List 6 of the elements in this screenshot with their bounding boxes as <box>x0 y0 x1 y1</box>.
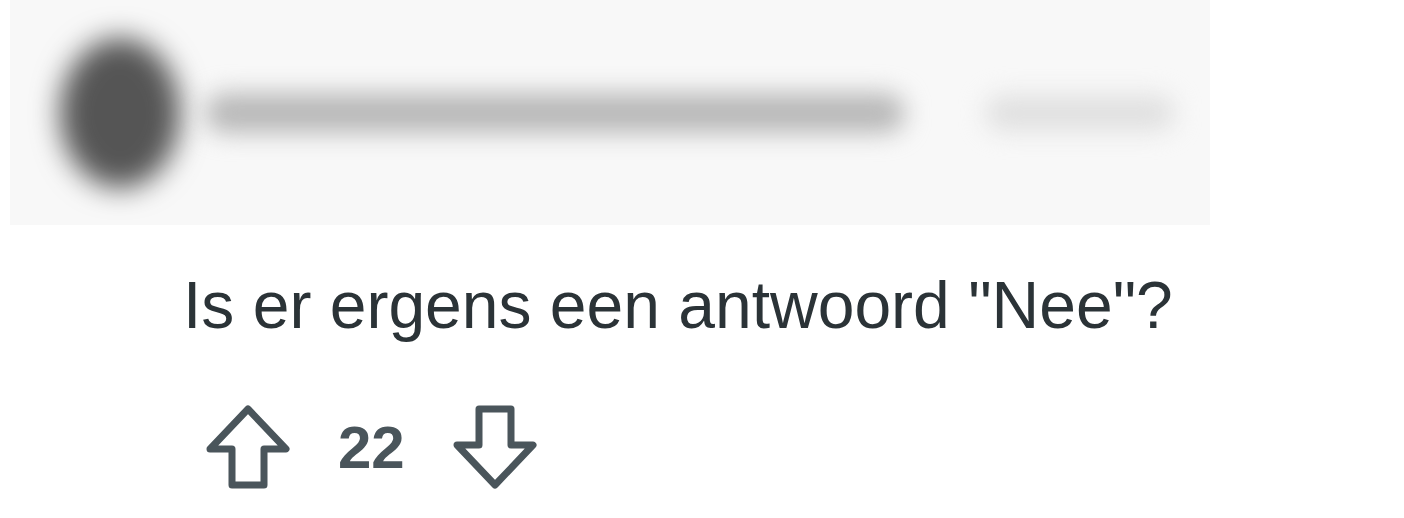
up-arrow-icon <box>206 405 290 489</box>
downvote-button[interactable] <box>452 405 537 489</box>
down-arrow-icon <box>452 405 537 489</box>
comment-text: Is er ergens een antwoord "Nee"? <box>183 267 1174 344</box>
vote-count: 22 <box>338 412 405 482</box>
upvote-button[interactable] <box>206 405 290 489</box>
